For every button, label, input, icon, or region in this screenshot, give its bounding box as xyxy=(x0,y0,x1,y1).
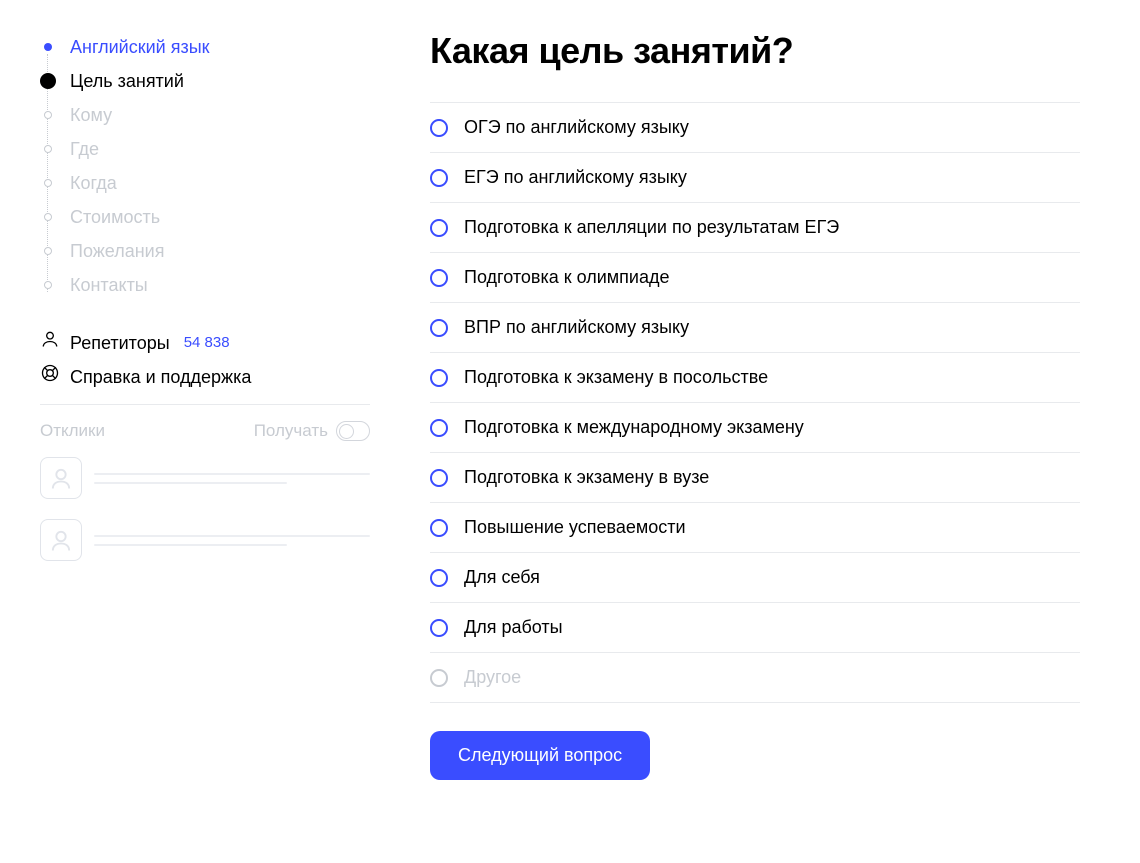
radio-icon xyxy=(430,469,448,487)
step-item-4: Когда xyxy=(40,166,370,200)
option-label: Подготовка к международному экзамену xyxy=(464,417,804,438)
step-connector-line xyxy=(47,54,48,292)
option-label: Для работы xyxy=(464,617,563,638)
option-label: ВПР по английскому языку xyxy=(464,317,689,338)
option-row-2[interactable]: Подготовка к апелляции по результатам ЕГ… xyxy=(430,203,1080,253)
placeholder-lines xyxy=(94,528,370,553)
step-item-3: Где xyxy=(40,132,370,166)
option-row-9[interactable]: Для себя xyxy=(430,553,1080,603)
avatar-placeholder-icon xyxy=(40,457,82,499)
lifesaver-icon xyxy=(40,360,60,394)
help-link[interactable]: Справка и поддержка xyxy=(40,360,370,394)
next-button[interactable]: Следующий вопрос xyxy=(430,731,650,780)
radio-icon xyxy=(430,669,448,687)
receive-label: Получать xyxy=(254,421,328,441)
radio-icon xyxy=(430,619,448,637)
option-row-0[interactable]: ОГЭ по английскому языку xyxy=(430,102,1080,153)
radio-icon xyxy=(430,119,448,137)
step-label: Цель занятий xyxy=(70,71,184,91)
radio-icon xyxy=(430,319,448,337)
reply-placeholder-card xyxy=(40,447,370,509)
options-list: ОГЭ по английскому языку ЕГЭ по английско… xyxy=(430,102,1080,703)
placeholder-lines xyxy=(94,466,370,491)
wizard-steps: Английский язык Цель занятий Кому Где Когда С… xyxy=(40,30,370,302)
replies-row: Отклики Получать xyxy=(40,415,370,447)
tutors-link[interactable]: Репетиторы 54 838 xyxy=(40,326,370,360)
step-label: Контакты xyxy=(70,275,148,295)
step-item-1: Цель занятий xyxy=(40,64,370,98)
step-item-0[interactable]: Английский язык xyxy=(40,30,370,64)
radio-icon xyxy=(430,169,448,187)
option-label: Подготовка к олимпиаде xyxy=(464,267,670,288)
option-row-7[interactable]: Подготовка к экзамену в вузе xyxy=(430,453,1080,503)
tutors-label: Репетиторы xyxy=(70,326,170,360)
tutors-count: 54 838 xyxy=(184,326,230,360)
step-item-2: Кому xyxy=(40,98,370,132)
radio-icon xyxy=(430,269,448,287)
option-row-5[interactable]: Подготовка к экзамену в посольстве xyxy=(430,353,1080,403)
page-title: Какая цель занятий? xyxy=(430,30,1080,72)
reply-placeholder-card xyxy=(40,509,370,571)
option-label: Подготовка к экзамену в вузе xyxy=(464,467,709,488)
option-label: ЕГЭ по английскому языку xyxy=(464,167,687,188)
option-row-6[interactable]: Подготовка к международному экзамену xyxy=(430,403,1080,453)
option-row-8[interactable]: Повышение успеваемости xyxy=(430,503,1080,553)
radio-icon xyxy=(430,419,448,437)
option-row-10[interactable]: Для работы xyxy=(430,603,1080,653)
step-label: Когда xyxy=(70,173,117,193)
option-row-4[interactable]: ВПР по английскому языку xyxy=(430,303,1080,353)
step-label: Стоимость xyxy=(70,207,160,227)
radio-icon xyxy=(430,519,448,537)
step-item-5: Стоимость xyxy=(40,200,370,234)
option-row-11[interactable]: Другое xyxy=(430,653,1080,703)
sidebar: Английский язык Цель занятий Кому Где Когда С… xyxy=(40,30,370,780)
option-label: Подготовка к апелляции по результатам ЕГ… xyxy=(464,217,839,238)
help-label: Справка и поддержка xyxy=(70,360,251,394)
replies-label: Отклики xyxy=(40,421,105,441)
step-item-6: Пожелания xyxy=(40,234,370,268)
step-label: Пожелания xyxy=(70,241,164,261)
option-label: Для себя xyxy=(464,567,540,588)
main-content: Какая цель занятий? ОГЭ по английскому я… xyxy=(430,30,1080,780)
option-label: Подготовка к экзамену в посольстве xyxy=(464,367,768,388)
option-row-1[interactable]: ЕГЭ по английскому языку xyxy=(430,153,1080,203)
person-icon xyxy=(40,326,60,360)
divider xyxy=(40,404,370,405)
step-label: Английский язык xyxy=(70,37,210,57)
step-label: Кому xyxy=(70,105,112,125)
avatar-placeholder-icon xyxy=(40,519,82,561)
option-label: Повышение успеваемости xyxy=(464,517,686,538)
radio-icon xyxy=(430,219,448,237)
step-item-7: Контакты xyxy=(40,268,370,302)
radio-icon xyxy=(430,569,448,587)
option-label: ОГЭ по английскому языку xyxy=(464,117,689,138)
radio-icon xyxy=(430,369,448,387)
option-row-3[interactable]: Подготовка к олимпиаде xyxy=(430,253,1080,303)
receive-toggle[interactable] xyxy=(336,421,370,441)
option-label: Другое xyxy=(464,667,521,688)
step-label: Где xyxy=(70,139,99,159)
